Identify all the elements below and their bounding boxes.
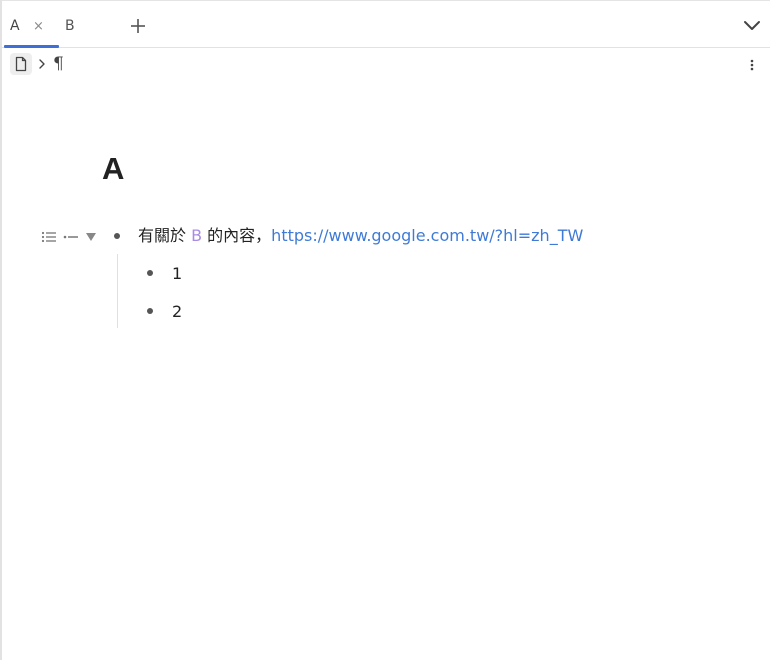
list-item[interactable]: 2 (172, 302, 182, 322)
tab-bar: A × B (2, 5, 770, 48)
add-tab-button[interactable] (128, 16, 148, 36)
list-bullet[interactable] (147, 270, 153, 276)
external-link[interactable]: https://www.google.com.tw/?hl=zh_TW (271, 226, 583, 245)
block-reference-link[interactable]: B (191, 226, 202, 245)
tab-b[interactable]: B (65, 5, 75, 47)
chevron-down-icon (744, 21, 760, 30)
document-icon[interactable] (10, 53, 32, 75)
list-item[interactable]: 有關於 B 的內容，https://www.google.com.tw/?hl=… (138, 226, 583, 246)
chevron-right-icon (37, 58, 47, 70)
list-item[interactable]: 1 (172, 264, 182, 284)
tab-a[interactable]: A × (10, 5, 44, 47)
tab-close-icon[interactable]: × (33, 19, 44, 34)
tab-label: A (10, 18, 20, 34)
breadcrumb: ¶ (10, 53, 64, 75)
active-tab-indicator (4, 45, 59, 48)
paragraph-block-crumb[interactable]: ¶ (53, 55, 64, 73)
page-title[interactable]: A (102, 151, 124, 187)
item-text-prefix: 有關於 (138, 226, 192, 245)
list-icon[interactable] (41, 230, 57, 244)
editor-window: A × B ¶ A 有關於 B 的內容，https://www.google.c… (0, 0, 770, 660)
collapse-triangle-icon[interactable] (85, 232, 97, 242)
indent-guide-line (117, 254, 118, 328)
plus-icon (131, 19, 145, 33)
tab-label: B (65, 18, 75, 34)
item-text-middle: 的內容， (202, 226, 272, 245)
kebab-menu-icon (750, 59, 754, 71)
dash-list-icon[interactable] (63, 230, 79, 244)
list-bullet[interactable] (114, 233, 120, 239)
block-toolbar (41, 229, 103, 245)
tabs-dropdown-button[interactable] (742, 18, 762, 34)
more-menu-button[interactable] (750, 57, 754, 71)
list-bullet[interactable] (147, 308, 153, 314)
